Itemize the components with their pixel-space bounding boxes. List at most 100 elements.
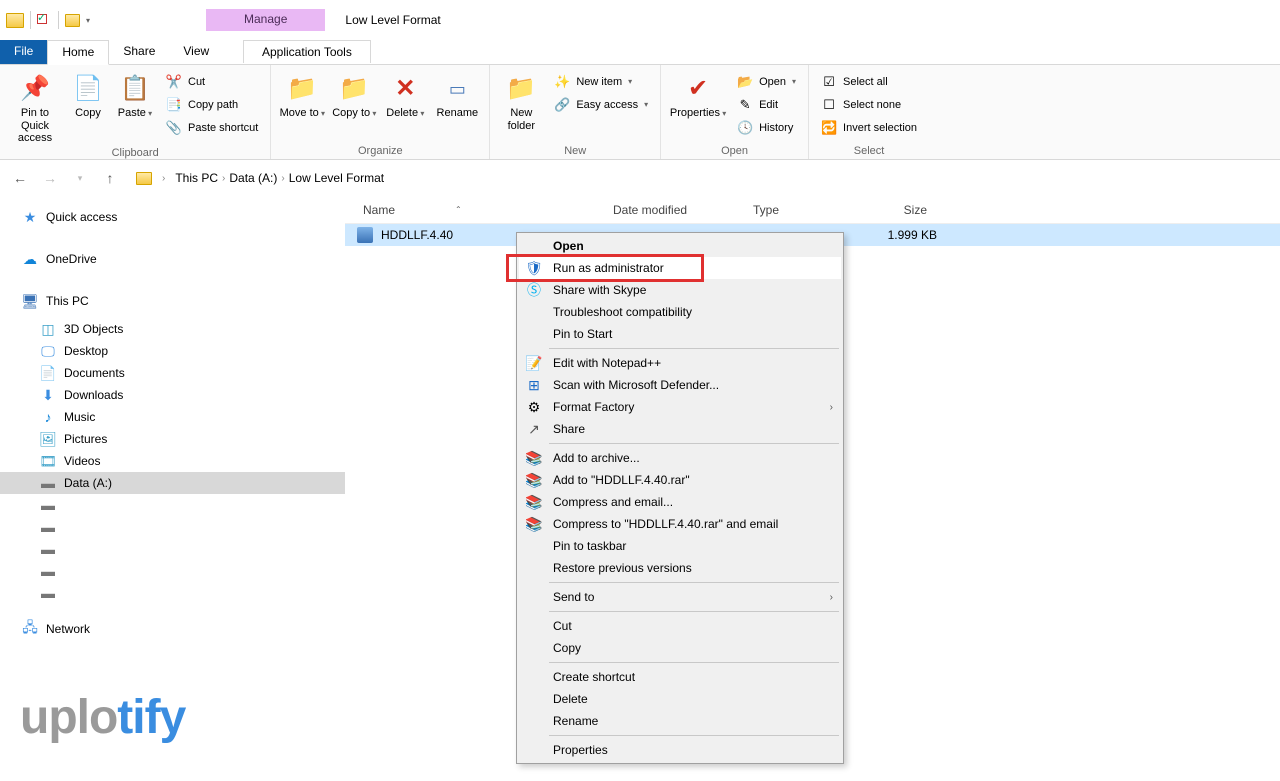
nav-drive-2[interactable]: ▬ (0, 494, 345, 516)
paste-shortcut-button[interactable]: 📎Paste shortcut (162, 117, 262, 138)
tab-share[interactable]: Share (109, 40, 169, 64)
ctx-add-rar[interactable]: 📚Add to "HDDLLF.4.40.rar" (519, 469, 841, 491)
qat-new-folder-icon[interactable] (65, 14, 80, 27)
paste-button[interactable]: 📋 Paste (114, 69, 156, 120)
nav-data-a[interactable]: ▬Data (A:) (0, 472, 345, 494)
copy-to-button[interactable]: 📁 Copy to (331, 69, 377, 120)
nav-recent-dropdown[interactable]: ▾ (70, 168, 90, 188)
tab-home[interactable]: Home (47, 40, 109, 65)
ctx-rename[interactable]: Rename (519, 710, 841, 732)
ctx-separator-2 (549, 443, 839, 444)
nav-downloads[interactable]: ⬇Downloads (0, 384, 345, 406)
nav-3d-objects[interactable]: ◫3D Objects (0, 318, 345, 340)
nav-drive-5[interactable]: ▬ (0, 560, 345, 582)
nav-drive-6[interactable]: ▬ (0, 582, 345, 604)
ctx-troubleshoot[interactable]: Troubleshoot compatibility (519, 301, 841, 323)
new-folder-button[interactable]: 📁 New folder (498, 69, 544, 132)
breadcrumb-sep-icon-2[interactable]: › (281, 173, 284, 184)
breadcrumb-drive[interactable]: Data (A:) (229, 171, 277, 185)
qat-divider-2 (58, 11, 59, 29)
ctx-pin-taskbar[interactable]: Pin to taskbar (519, 535, 841, 557)
select-all-button[interactable]: ☑Select all (817, 71, 921, 92)
winrar-icon-3: 📚 (525, 493, 543, 511)
ctx-share[interactable]: ↗Share (519, 418, 841, 440)
nav-back-button[interactable]: ← (10, 168, 30, 188)
properties-icon: ✔ (682, 73, 714, 105)
ctx-delete[interactable]: Delete (519, 688, 841, 710)
col-date[interactable]: Date modified (605, 203, 745, 217)
move-to-button[interactable]: 📁 Move to (279, 69, 325, 120)
group-clipboard-label: Clipboard (8, 145, 262, 159)
ctx-compress-rar-email[interactable]: 📚Compress to "HDDLLF.4.40.rar" and email (519, 513, 841, 535)
qat-dropdown-icon[interactable]: ▾ (86, 16, 90, 25)
nav-drive-3[interactable]: ▬ (0, 516, 345, 538)
new-item-button[interactable]: ✨New item (550, 71, 652, 92)
ctx-copy[interactable]: Copy (519, 637, 841, 659)
breadcrumb-folder[interactable]: Low Level Format (289, 171, 384, 185)
ctx-open[interactable]: Open (519, 235, 841, 257)
manage-context-tab[interactable]: Manage (206, 9, 325, 31)
qat-prop-icon[interactable] (37, 13, 52, 28)
ctx-add-archive[interactable]: 📚Add to archive... (519, 447, 841, 469)
blank-icon-5 (525, 559, 543, 577)
ctx-cut[interactable]: Cut (519, 615, 841, 637)
tab-view[interactable]: View (169, 40, 223, 64)
share-icon: ↗ (525, 420, 543, 438)
ctx-pin-start[interactable]: Pin to Start (519, 323, 841, 345)
tab-file[interactable]: File (0, 40, 47, 64)
nav-quick-access[interactable]: ★Quick access (0, 206, 345, 228)
group-open: ✔ Properties 📂Open ✎Edit 🕓History Open (661, 65, 809, 159)
nav-pictures[interactable]: 🖼Pictures (0, 428, 345, 450)
tab-application-tools[interactable]: Application Tools (243, 40, 371, 63)
copy-button[interactable]: 📄 Copy (68, 69, 108, 120)
breadcrumb-chevron-icon[interactable]: › (162, 173, 165, 184)
ctx-defender[interactable]: ⊞Scan with Microsoft Defender... (519, 374, 841, 396)
nav-documents[interactable]: 📄Documents (0, 362, 345, 384)
ctx-run-admin[interactable]: 🛡Run as administrator (519, 257, 841, 279)
ctx-create-shortcut[interactable]: Create shortcut (519, 666, 841, 688)
ctx-send-to[interactable]: Send to› (519, 586, 841, 608)
ctx-format-factory[interactable]: ⚙Format Factory› (519, 396, 841, 418)
nav-drive-4[interactable]: ▬ (0, 538, 345, 560)
pin-quick-access-button[interactable]: 📌 Pin to Quick access (8, 69, 62, 145)
col-type[interactable]: Type (745, 203, 865, 217)
history-button[interactable]: 🕓History (733, 117, 800, 138)
context-menu: Open 🛡Run as administrator ⓈShare with S… (516, 232, 844, 764)
edit-button[interactable]: ✎Edit (733, 94, 800, 115)
rename-button[interactable]: ▭ Rename (433, 69, 481, 120)
copy-path-button[interactable]: 📑Copy path (162, 94, 262, 115)
open-button[interactable]: 📂Open (733, 71, 800, 92)
nav-network[interactable]: 🖧Network (0, 618, 345, 640)
col-size[interactable]: Size (865, 203, 935, 217)
invert-selection-button[interactable]: 🔁Invert selection (817, 117, 921, 138)
col-name[interactable]: Name⌃ (355, 203, 605, 217)
properties-button[interactable]: ✔ Properties (669, 69, 727, 120)
select-all-label: Select all (843, 76, 888, 88)
nav-up-button[interactable]: ↑ (100, 168, 120, 188)
ctx-restore[interactable]: Restore previous versions (519, 557, 841, 579)
ctx-skype[interactable]: ⓈShare with Skype (519, 279, 841, 301)
select-none-button[interactable]: ☐Select none (817, 94, 921, 115)
col-name-label: Name (363, 203, 395, 217)
nav-forward-button[interactable]: → (40, 168, 60, 188)
nav-desktop[interactable]: 🖵Desktop (0, 340, 345, 362)
nav-videos[interactable]: 🎞Videos (0, 450, 345, 472)
nav-onedrive[interactable]: ☁OneDrive (0, 248, 345, 270)
nav-music[interactable]: ♪Music (0, 406, 345, 428)
ctx-separator-5 (549, 662, 839, 663)
ctx-properties[interactable]: Properties (519, 739, 841, 761)
file-size: 1.999 KB (867, 228, 937, 242)
nav-this-pc[interactable]: 🖥This PC (0, 290, 345, 312)
cut-button[interactable]: ✂️Cut (162, 71, 262, 92)
delete-button[interactable]: ✕ Delete (383, 69, 427, 120)
breadcrumb-this-pc[interactable]: This PC (175, 171, 218, 185)
easy-access-button[interactable]: 🔗Easy access (550, 94, 652, 115)
ctx-skype-label: Share with Skype (553, 283, 646, 297)
ctx-separator-3 (549, 582, 839, 583)
ctx-compress-email[interactable]: 📚Compress and email... (519, 491, 841, 513)
nav-videos-label: Videos (64, 454, 100, 468)
ctx-notepadpp[interactable]: 📝Edit with Notepad++ (519, 352, 841, 374)
breadcrumb-sep-icon[interactable]: › (222, 173, 225, 184)
blank-icon-3 (525, 325, 543, 343)
paste-label: Paste (118, 107, 152, 120)
